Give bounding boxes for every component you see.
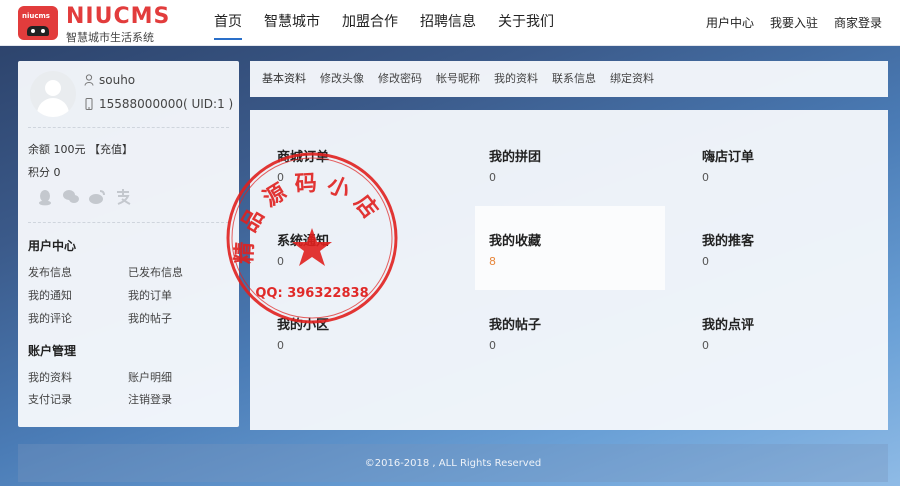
profile-sidebar: souho 15588000000( UID:1 ) 余额 100元 【充值】 … <box>18 61 239 427</box>
tab-my-profile[interactable]: 我的资料 <box>494 61 538 97</box>
header: niucms NIUCMS 智慧城市生活系统 首页 智慧城市 加盟合作 招聘信息… <box>0 0 900 46</box>
stat-title: 商城订单 <box>277 150 330 165</box>
stat-title: 我的帖子 <box>489 318 542 333</box>
stat-card-shop-orders[interactable]: 嗨店订单 0 <box>688 122 878 206</box>
alipay-icon[interactable] <box>114 188 132 206</box>
phone-icon <box>85 98 93 110</box>
divider <box>28 127 229 128</box>
account-details-link[interactable]: 账户明细 <box>128 369 172 385</box>
stat-title: 我的拼团 <box>489 150 542 165</box>
my-notices-link[interactable]: 我的通知 <box>28 287 72 303</box>
nav-about[interactable]: 关于我们 <box>498 0 554 46</box>
points-text: 积分 0 <box>28 166 61 179</box>
published-info-link[interactable]: 已发布信息 <box>128 264 183 280</box>
avatar[interactable] <box>30 71 76 117</box>
top-links: 用户中心 我要入驻 商家登录 <box>690 0 882 46</box>
stat-value: 0 <box>489 171 496 184</box>
stat-value: 0 <box>489 339 496 352</box>
stat-title: 我的点评 <box>702 318 755 333</box>
social-bindings <box>36 188 140 206</box>
phone-row: 15588000000( UID:1 ) <box>84 97 233 111</box>
nav-home[interactable]: 首页 <box>214 0 242 46</box>
avatar-body <box>37 98 69 117</box>
nav-jobs[interactable]: 招聘信息 <box>420 0 476 46</box>
my-posts-link[interactable]: 我的帖子 <box>128 310 172 326</box>
my-orders-link[interactable]: 我的订单 <box>128 287 172 303</box>
stat-value: 0 <box>277 339 284 352</box>
stat-value: 0 <box>277 171 284 184</box>
stat-title: 系统通知 <box>277 234 330 249</box>
payment-records-link[interactable]: 支付记录 <box>28 391 72 407</box>
tab-binding[interactable]: 绑定资料 <box>610 61 654 97</box>
user-center-link[interactable]: 用户中心 <box>706 0 754 46</box>
main-nav: 首页 智慧城市 加盟合作 招聘信息 关于我们 <box>214 0 576 46</box>
tab-change-password[interactable]: 修改密码 <box>378 61 422 97</box>
merchant-login-link[interactable]: 商家登录 <box>834 0 882 46</box>
stat-card-community[interactable]: 我的小区 0 <box>263 290 453 374</box>
stat-value: 0 <box>702 339 709 352</box>
wechat-icon[interactable] <box>62 188 80 206</box>
copyright-text: ©2016-2018 , ALL Rights Reserved <box>364 457 542 469</box>
stat-title: 我的推客 <box>702 234 755 249</box>
stat-title: 我的收藏 <box>489 234 542 249</box>
avatar-head <box>45 80 61 96</box>
weibo-icon[interactable] <box>88 188 106 206</box>
tab-change-avatar[interactable]: 修改头像 <box>320 61 364 97</box>
footer: ©2016-2018 , ALL Rights Reserved <box>18 444 888 482</box>
tab-nickname[interactable]: 帐号昵称 <box>436 61 480 97</box>
username-row: souho <box>84 73 135 87</box>
stat-value: 0 <box>277 255 284 268</box>
profile-tabs: 基本资料 修改头像 修改密码 帐号昵称 我的资料 联系信息 绑定资料 <box>250 61 888 97</box>
logout-link[interactable]: 注销登录 <box>128 391 172 407</box>
user-center-title: 用户中心 <box>28 239 77 253</box>
stat-value: 8 <box>489 255 496 268</box>
nav-franchise[interactable]: 加盟合作 <box>342 0 398 46</box>
stats-panel: 商城订单 0 我的拼团 0 嗨店订单 0 系统通知 0 我的收藏 8 我的推客 … <box>250 110 888 430</box>
stat-card-reviews[interactable]: 我的点评 0 <box>688 290 878 374</box>
brand-subtitle: 智慧城市生活系统 <box>66 31 154 44</box>
my-comments-link[interactable]: 我的评论 <box>28 310 72 326</box>
stat-card-group-buy[interactable]: 我的拼团 0 <box>475 122 665 206</box>
stat-value: 0 <box>702 255 709 268</box>
cat-face-icon <box>27 26 49 36</box>
nav-smart-city[interactable]: 智慧城市 <box>264 0 320 46</box>
stat-card-referrals[interactable]: 我的推客 0 <box>688 206 878 290</box>
tab-basic-info[interactable]: 基本资料 <box>262 61 306 97</box>
username: souho <box>99 73 136 87</box>
account-title: 账户管理 <box>28 344 77 358</box>
qq-icon[interactable] <box>36 188 54 206</box>
divider <box>28 222 229 223</box>
logo-icon[interactable]: niucms <box>18 6 58 40</box>
stat-title: 嗨店订单 <box>702 150 755 165</box>
stat-card-favorites[interactable]: 我的收藏 8 <box>475 206 665 290</box>
logo-mini-text: niucms <box>22 12 50 20</box>
brand-name[interactable]: NIUCMS <box>66 4 170 29</box>
balance-text[interactable]: 余额 100元 【充值】 <box>28 141 133 157</box>
post-info-link[interactable]: 发布信息 <box>28 264 72 280</box>
stat-card-my-posts[interactable]: 我的帖子 0 <box>475 290 665 374</box>
tab-contact-info[interactable]: 联系信息 <box>552 61 596 97</box>
stat-value: 0 <box>702 171 709 184</box>
user-icon <box>84 74 94 86</box>
join-link[interactable]: 我要入驻 <box>770 0 818 46</box>
stat-card-mall-orders[interactable]: 商城订单 0 <box>263 122 453 206</box>
stat-title: 我的小区 <box>277 318 330 333</box>
stat-card-system-notices[interactable]: 系统通知 0 <box>263 206 453 290</box>
phone-uid: 15588000000( UID:1 ) <box>99 97 234 111</box>
my-profile-link[interactable]: 我的资料 <box>28 369 72 385</box>
